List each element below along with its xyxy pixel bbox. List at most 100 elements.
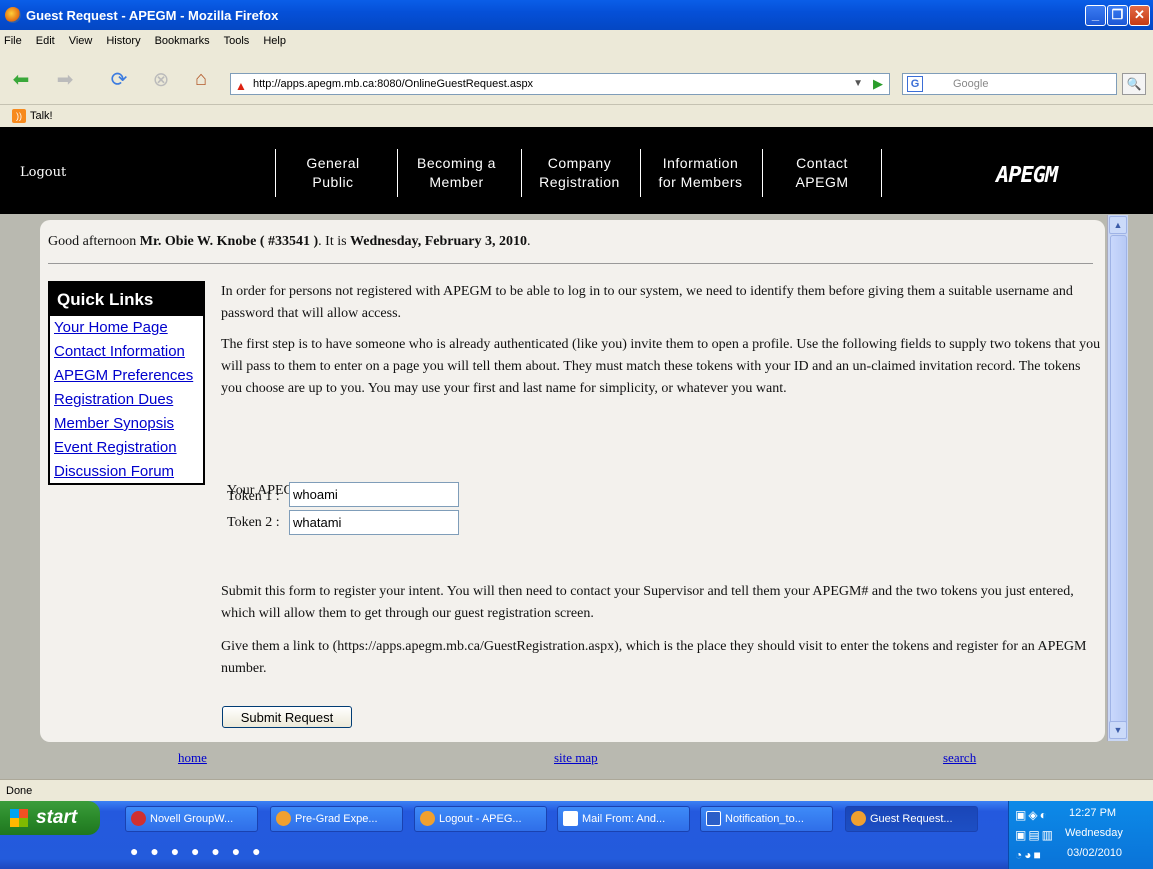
menu-bar: File Edit View History Bookmarks Tools H… [0,30,1153,52]
token1-row: Token 1 : [227,482,467,511]
intro-paragraph: In order for persons not registered with… [221,284,1073,321]
token2-row: Token 2 : [227,510,467,539]
bookmarks-toolbar: )) Talk! [0,105,1153,127]
nav-label: Company [547,155,612,171]
url-dropdown-icon[interactable]: ▼ [853,74,863,94]
link-contact-information[interactable]: Contact Information [50,340,203,364]
link-member-synopsis[interactable]: Member Synopsis [50,412,203,436]
maximize-button[interactable]: ❐ [1107,5,1128,26]
task-label: Novell GroupW... [150,813,234,825]
menu-view[interactable]: View [69,35,93,47]
forward-arrow-icon[interactable]: ➡ [50,64,80,94]
url-text: http://apps.apegm.mb.ca:8080/OnlineGuest… [253,78,534,90]
link-event-registration[interactable]: Event Registration [50,436,203,460]
link-discussion-forum[interactable]: Discussion Forum [50,460,203,484]
start-button[interactable]: start [0,801,100,835]
logout-link[interactable]: Logout [20,165,66,180]
tray-icons[interactable]: ▣◈◐ ▣▤▥ ◔◕■ [1015,805,1061,865]
nav-label: for Members [658,174,743,190]
task-logout[interactable]: Logout - APEG... [414,806,547,832]
nav-label: Information [662,155,739,171]
clock-day: Wednesday [1065,827,1123,839]
footer-site-map-link[interactable]: site map [554,750,598,766]
menu-bookmarks[interactable]: Bookmarks [155,35,210,47]
instructions-paragraph: The first step is to have someone who is… [221,337,1101,396]
groupwise-icon [131,811,146,826]
firefox-icon [5,7,21,23]
nav-becoming-member[interactable]: Becoming a Member [397,149,515,197]
current-date: Wednesday, February 3, 2010 [350,234,528,249]
nav-label: APEGM [795,174,849,190]
page-footer: home site map search [0,744,1153,776]
token1-input[interactable] [289,482,459,507]
nav-contact-apegm[interactable]: Contact APEGM [762,149,882,197]
clock-time: 12:27 PM [1069,807,1117,819]
task-label: Logout - APEG... [439,813,522,825]
reload-icon[interactable]: ⟳ [104,64,134,94]
task-notification[interactable]: Notification_to... [700,806,833,832]
bookmark-talk[interactable]: Talk! [30,110,53,122]
task-mail[interactable]: Mail From: And... [557,806,690,832]
word-icon [706,811,721,826]
site-navigation: Logout General Public Becoming a Member … [0,127,1153,214]
search-icon[interactable]: 🔍 [1122,73,1146,95]
stop-icon[interactable]: ⊗ [146,64,176,94]
nav-information-members[interactable]: Information for Members [640,149,760,197]
scroll-down-icon[interactable]: ▼ [1109,721,1127,739]
nav-label: Public [312,174,354,190]
menu-file[interactable]: File [4,35,22,47]
greeting-mid: . It is [318,234,351,249]
greeting-suffix: . [527,234,531,249]
quick-links-box: Quick Links Your Home Page Contact Infor… [48,281,205,485]
nav-label: Becoming a [417,155,496,171]
search-input[interactable]: G Google [902,73,1117,95]
user-name: Mr. Obie W. Knobe ( #33541 ) [139,234,319,249]
firefox-icon [851,811,866,826]
warning-icon: ▲ [235,79,247,93]
link-home-page[interactable]: Your Home Page [50,316,203,340]
token2-label: Token 2 : [227,515,280,530]
task-novell-groupwise[interactable]: Novell GroupW... [125,806,258,832]
footer-home-link[interactable]: home [178,750,207,766]
quick-launch-icons[interactable]: ● ● ● ● ● ● ● [130,843,265,859]
menu-history[interactable]: History [106,35,140,47]
firefox-icon [420,811,435,826]
footer-search-link[interactable]: search [943,750,976,766]
token1-label: Token 1 : [227,489,280,504]
url-bar[interactable]: ▲ http://apps.apegm.mb.ca:8080/OnlineGue… [230,73,890,95]
task-guest-request[interactable]: Guest Request... [845,806,978,832]
task-pre-grad[interactable]: Pre-Grad Expe... [270,806,403,832]
token2-input[interactable] [289,510,459,535]
apegm-logo[interactable]: APEGM [996,163,1126,188]
submit-request-button[interactable]: Submit Request [222,706,352,728]
minimize-button[interactable]: _ [1085,5,1106,26]
vertical-scrollbar[interactable]: ▲ ▼ [1107,215,1128,741]
scroll-thumb[interactable] [1110,235,1127,725]
menu-tools[interactable]: Tools [224,35,250,47]
divider [48,263,1093,264]
menu-edit[interactable]: Edit [36,35,55,47]
start-label: start [36,807,78,828]
scroll-up-icon[interactable]: ▲ [1109,216,1127,234]
task-label: Mail From: And... [582,813,666,825]
clock-date: 03/02/2010 [1067,847,1123,859]
nav-company-registration[interactable]: Company Registration [521,149,637,197]
greeting-text: Good afternoon Mr. Obie W. Knobe ( #3354… [48,234,531,250]
link-registration-dues[interactable]: Registration Dues [50,388,203,412]
home-icon[interactable]: ⌂ [186,64,216,94]
submit-paragraph: Submit this form to register your intent… [221,584,1074,621]
back-arrow-icon[interactable]: ⬅ [6,64,36,94]
close-button[interactable]: ✕ [1129,5,1150,26]
go-icon[interactable]: ▶ [873,74,883,94]
menu-help[interactable]: Help [263,35,286,47]
status-bar: Done [0,779,1153,801]
nav-general-public[interactable]: General Public [275,149,390,197]
window-title: Guest Request - APEGM - Mozilla Firefox [26,7,279,23]
quick-links-title: Quick Links [50,283,203,316]
nav-label: General [306,155,360,171]
mail-icon [563,811,578,826]
google-icon[interactable]: G [907,76,923,92]
link-apegm-preferences[interactable]: APEGM Preferences [50,364,203,388]
nav-label: Contact [796,155,848,171]
greeting-prefix: Good afternoon [48,234,140,249]
